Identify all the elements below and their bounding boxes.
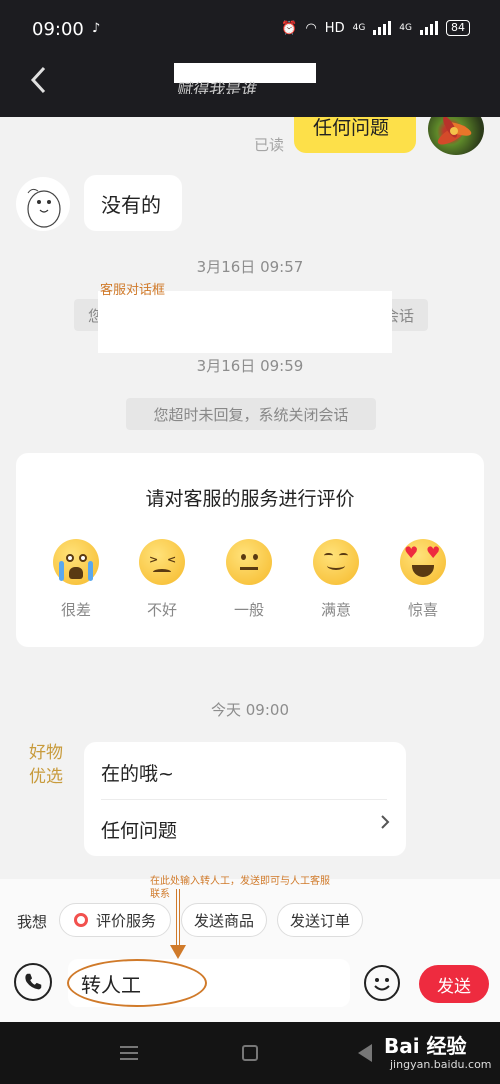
phone-icon [25, 973, 42, 990]
agent-avatar[interactable] [16, 177, 70, 231]
battery-indicator: 84 [446, 20, 470, 36]
rating-option-bad[interactable]: > < 不好 [132, 539, 192, 620]
user-avatar[interactable] [428, 117, 484, 155]
timestamp: 3月16日 09:59 [196, 357, 304, 375]
neutral-face-icon [226, 539, 272, 585]
rating-option-surprised[interactable]: ♥ ♥ 惊喜 [393, 539, 453, 620]
flower-icon [437, 117, 472, 145]
system-message-pill: 您超时未回复，系统关闭会话 [126, 398, 376, 430]
heart-eyes-face-icon: ♥ ♥ [400, 539, 446, 585]
frowning-face-icon: > < [139, 539, 185, 585]
back-icon[interactable] [358, 1044, 372, 1062]
crying-face-icon [53, 539, 99, 585]
rating-label: 满意 [320, 601, 351, 619]
chip-label: 评价服务 [95, 911, 156, 930]
chip-send-product[interactable]: 发送商品 [181, 903, 267, 937]
rating-label: 不好 [146, 601, 177, 619]
menu-item-greeting: 在的哦~ [101, 763, 174, 785]
voice-call-button[interactable] [14, 963, 52, 1001]
chat-area[interactable]: 任何问题 已读 没有的 3月16日 09:57 您 会话 客服对话框 3月16日… [0, 117, 500, 879]
shop-badge: 好物 优选 [22, 741, 70, 801]
shop-badge-line2: 优选 [29, 767, 63, 787]
timestamp: 今天 09:00 [211, 701, 289, 719]
header: 09:00 ♪ ⏰ ◠ HD 4G 4G 84 赋得我是谁 [0, 0, 500, 117]
rating-option-neutral[interactable]: 一般 [219, 539, 279, 620]
message-input[interactable] [68, 959, 350, 1007]
signal-icon [373, 21, 392, 35]
rating-label: 惊喜 [407, 601, 438, 619]
timestamp: 3月16日 09:57 [196, 258, 304, 276]
annotation-label: 客服对话框 [100, 283, 166, 298]
watermark-logo: Bai 经验 [384, 1034, 467, 1058]
page-title: 赋得我是谁 [176, 80, 259, 94]
signal-label-2: 4G [399, 23, 412, 33]
chevron-right-icon [381, 815, 390, 829]
annotation-arrow [176, 889, 180, 949]
chip-send-order[interactable]: 发送订单 [277, 903, 363, 937]
annotation-arrowhead [170, 945, 186, 959]
chip-label: 发送商品 [193, 911, 254, 930]
signal-icon-2 [420, 21, 438, 35]
quick-menu-card: 在的哦~ 任何问题 [84, 742, 406, 856]
read-receipt: 已读 [254, 136, 285, 154]
emoji-icon [374, 978, 390, 991]
agent-message-bubble: 没有的 [84, 175, 182, 231]
rating-card: 请对客服的服务进行评价 很差 > < 不好 一般 满意 ♥ ♥ 惊喜 [16, 453, 484, 647]
tiktok-icon: ♪ [92, 21, 101, 36]
network-label: HD [324, 20, 345, 36]
system-nav-bar: Bai 经验 jingyan.baidu.com [0, 1022, 500, 1084]
my-message-bubble: 任何问题 [294, 117, 416, 153]
home-icon[interactable] [242, 1045, 258, 1061]
send-button[interactable]: 发送 [419, 965, 489, 1003]
menu-icon[interactable] [120, 1046, 138, 1060]
redaction-box [98, 291, 392, 353]
rating-label: 一般 [233, 601, 264, 619]
rate-service-icon [73, 913, 88, 927]
status-time: 09:00 [32, 19, 84, 40]
signal-label-1: 4G [352, 23, 366, 33]
chip-rate-service[interactable]: 评价服务 [59, 903, 171, 937]
want-label: 我想 [17, 913, 48, 931]
rating-option-very-bad[interactable]: 很差 [46, 539, 106, 620]
watermark-url: jingyan.baidu.com [390, 1058, 492, 1071]
emoji-button[interactable] [364, 965, 400, 1001]
rating-title: 请对客服的服务进行评价 [145, 488, 355, 510]
chip-label: 发送订单 [289, 911, 350, 930]
rating-label: 很差 [60, 601, 91, 619]
shop-badge-line1: 好物 [29, 743, 63, 763]
alarm-icon: ⏰ [281, 20, 298, 36]
status-bar: 09:00 ♪ ⏰ ◠ HD 4G 4G 84 [0, 0, 500, 60]
cartoon-avatar-icon [27, 188, 61, 228]
chevron-left-icon [30, 66, 46, 94]
wifi-icon: ◠ [305, 20, 317, 36]
divider [101, 799, 387, 800]
smiling-face-icon [313, 539, 359, 585]
rating-option-satisfied[interactable]: 满意 [306, 539, 366, 620]
bottom-panel: 在此处输入转人工，发送即可与人工客服联系 我想 评价服务 发送商品 发送订单 发… [0, 876, 500, 1022]
menu-item-any-question[interactable]: 任何问题 [101, 816, 391, 843]
back-button[interactable] [28, 66, 52, 94]
status-icons: ⏰ ◠ HD 4G 4G 84 [281, 20, 470, 36]
